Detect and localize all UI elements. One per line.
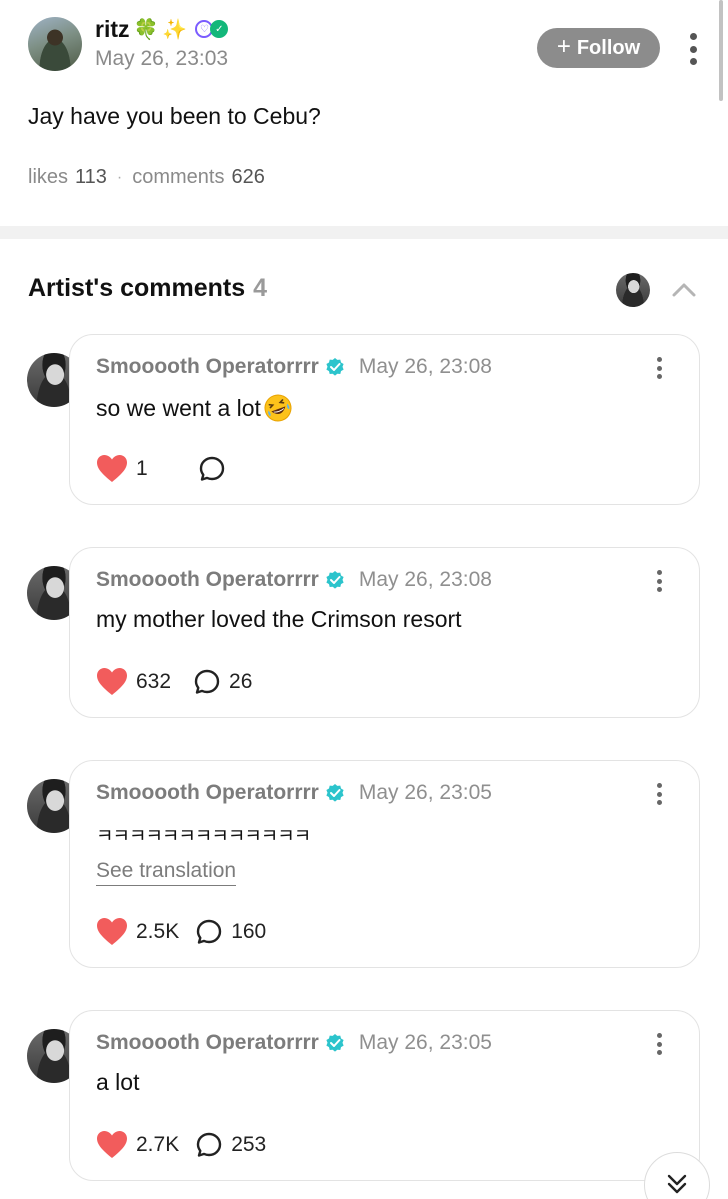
like-count: 2.7K (136, 1132, 180, 1156)
chevron-up-icon[interactable] (670, 276, 698, 304)
comments-count[interactable]: 626 (231, 166, 264, 189)
post: ritz 🍀 ✨ ♡ ✓ May 26, 23:03 + Follow Jay … (0, 0, 728, 226)
heart-icon[interactable] (96, 667, 128, 696)
reply-button[interactable] (198, 455, 234, 483)
comment-date: May 26, 23:05 (358, 781, 492, 804)
section-divider (0, 226, 728, 239)
comment-actions: 1 (96, 454, 234, 483)
comment-card: Smooooth Operatorrrr May 26, 23:05 a lot… (69, 1010, 700, 1181)
comment-author[interactable]: Smooooth Operatorrrr (96, 568, 319, 592)
likes-label: likes (28, 166, 69, 188)
comment-actions: 2.7K 253 (96, 1130, 266, 1159)
artist-avatar-small[interactable] (616, 273, 650, 307)
post-author-row: ritz 🍀 ✨ ♡ ✓ (95, 14, 229, 44)
follow-button[interactable]: + Follow (537, 28, 660, 68)
post-author-avatar[interactable] (28, 17, 82, 71)
artist-comments-label: Artist's comments (28, 274, 246, 302)
reply-button[interactable]: 253 (195, 1131, 266, 1159)
scrollbar[interactable] (719, 0, 723, 101)
like-count: 1 (136, 456, 148, 480)
heart-icon[interactable] (96, 917, 128, 946)
comment-card: Smooooth Operatorrrr May 26, 23:08 my mo… (69, 547, 700, 718)
comment-date: May 26, 23:08 (358, 355, 492, 378)
follow-label: Follow (576, 36, 641, 59)
verified-icon (326, 571, 344, 589)
clover-emoji: 🍀 (133, 17, 159, 41)
comment-text: my mother loved the Crimson resort (96, 606, 462, 632)
more-vertical-icon[interactable] (655, 357, 663, 379)
comment-text: so we went a lot (96, 393, 293, 423)
stats-separator: · (116, 168, 123, 186)
reply-button[interactable]: 26 (193, 668, 252, 696)
membership-badges: ♡ ✓ (195, 20, 229, 38)
likes-count[interactable]: 113 (75, 166, 107, 189)
comment-bubble-icon (199, 456, 224, 481)
comment-date: May 26, 23:05 (358, 1031, 492, 1054)
reply-count: 253 (231, 1132, 267, 1156)
comment-actions: 632 26 (96, 667, 252, 696)
comment-bubble-icon (194, 669, 220, 694)
double-chevron-down-icon (667, 1174, 687, 1194)
comment-date: May 26, 23:08 (358, 568, 492, 591)
post-stats: likes 113 · comments 626 (28, 166, 265, 189)
comments-label: comments (132, 166, 225, 188)
comment-card: Smooooth Operatorrrr May 26, 23:08 so we… (69, 334, 700, 505)
artist-comments-title: Artist's comments 4 (28, 274, 267, 303)
comment-bubble-icon (197, 919, 222, 944)
sparkles-emoji: ✨ (162, 17, 188, 41)
reply-button[interactable]: 160 (195, 918, 266, 946)
reply-count: 26 (229, 669, 253, 693)
verified-icon (326, 358, 344, 376)
comment-text-content: so we went a lot (96, 394, 261, 421)
comment-author[interactable]: Smooooth Operatorrrr (96, 355, 319, 379)
verified-icon (326, 784, 344, 802)
comment-header: Smooooth Operatorrrr May 26, 23:05 (96, 1031, 492, 1055)
comment-text: a lot (96, 1069, 140, 1095)
comment-header: Smooooth Operatorrrr May 26, 23:08 (96, 355, 492, 379)
laughing-emoji-icon (264, 394, 292, 422)
reply-count: 160 (231, 919, 267, 943)
like-count: 632 (136, 669, 172, 693)
post-text: Jay have you been to Cebu? (28, 103, 321, 129)
more-vertical-icon[interactable] (655, 570, 663, 592)
comment-bubble-icon (197, 1132, 222, 1157)
comment-text: ㅋㅋㅋㅋㅋㅋㅋㅋㅋㅋㅋㅋㅋ (96, 825, 311, 847)
comment-actions: 2.5K 160 (96, 917, 266, 946)
artist-comments-count: 4 (253, 274, 268, 302)
heart-icon[interactable] (96, 1130, 128, 1159)
more-vertical-icon[interactable] (655, 1033, 663, 1055)
see-translation-link[interactable]: See translation (96, 859, 237, 886)
more-vertical-icon[interactable] (688, 33, 698, 65)
comment-author[interactable]: Smooooth Operatorrrr (96, 1031, 319, 1055)
more-vertical-icon[interactable] (655, 783, 663, 805)
post-date: May 26, 23:03 (95, 47, 229, 70)
comment-author[interactable]: Smooooth Operatorrrr (96, 781, 319, 805)
check-badge-icon: ✓ (210, 20, 229, 38)
heart-icon[interactable] (96, 454, 128, 483)
verified-icon (326, 1034, 344, 1052)
comment-header: Smooooth Operatorrrr May 26, 23:05 (96, 781, 492, 805)
like-count: 2.5K (136, 919, 180, 943)
comment-card: Smooooth Operatorrrr May 26, 23:05 ㅋㅋㅋㅋㅋ… (69, 760, 700, 968)
plus-icon: + (556, 33, 571, 60)
comment-header: Smooooth Operatorrrr May 26, 23:08 (96, 568, 492, 592)
post-author-name[interactable]: ritz (95, 16, 130, 43)
